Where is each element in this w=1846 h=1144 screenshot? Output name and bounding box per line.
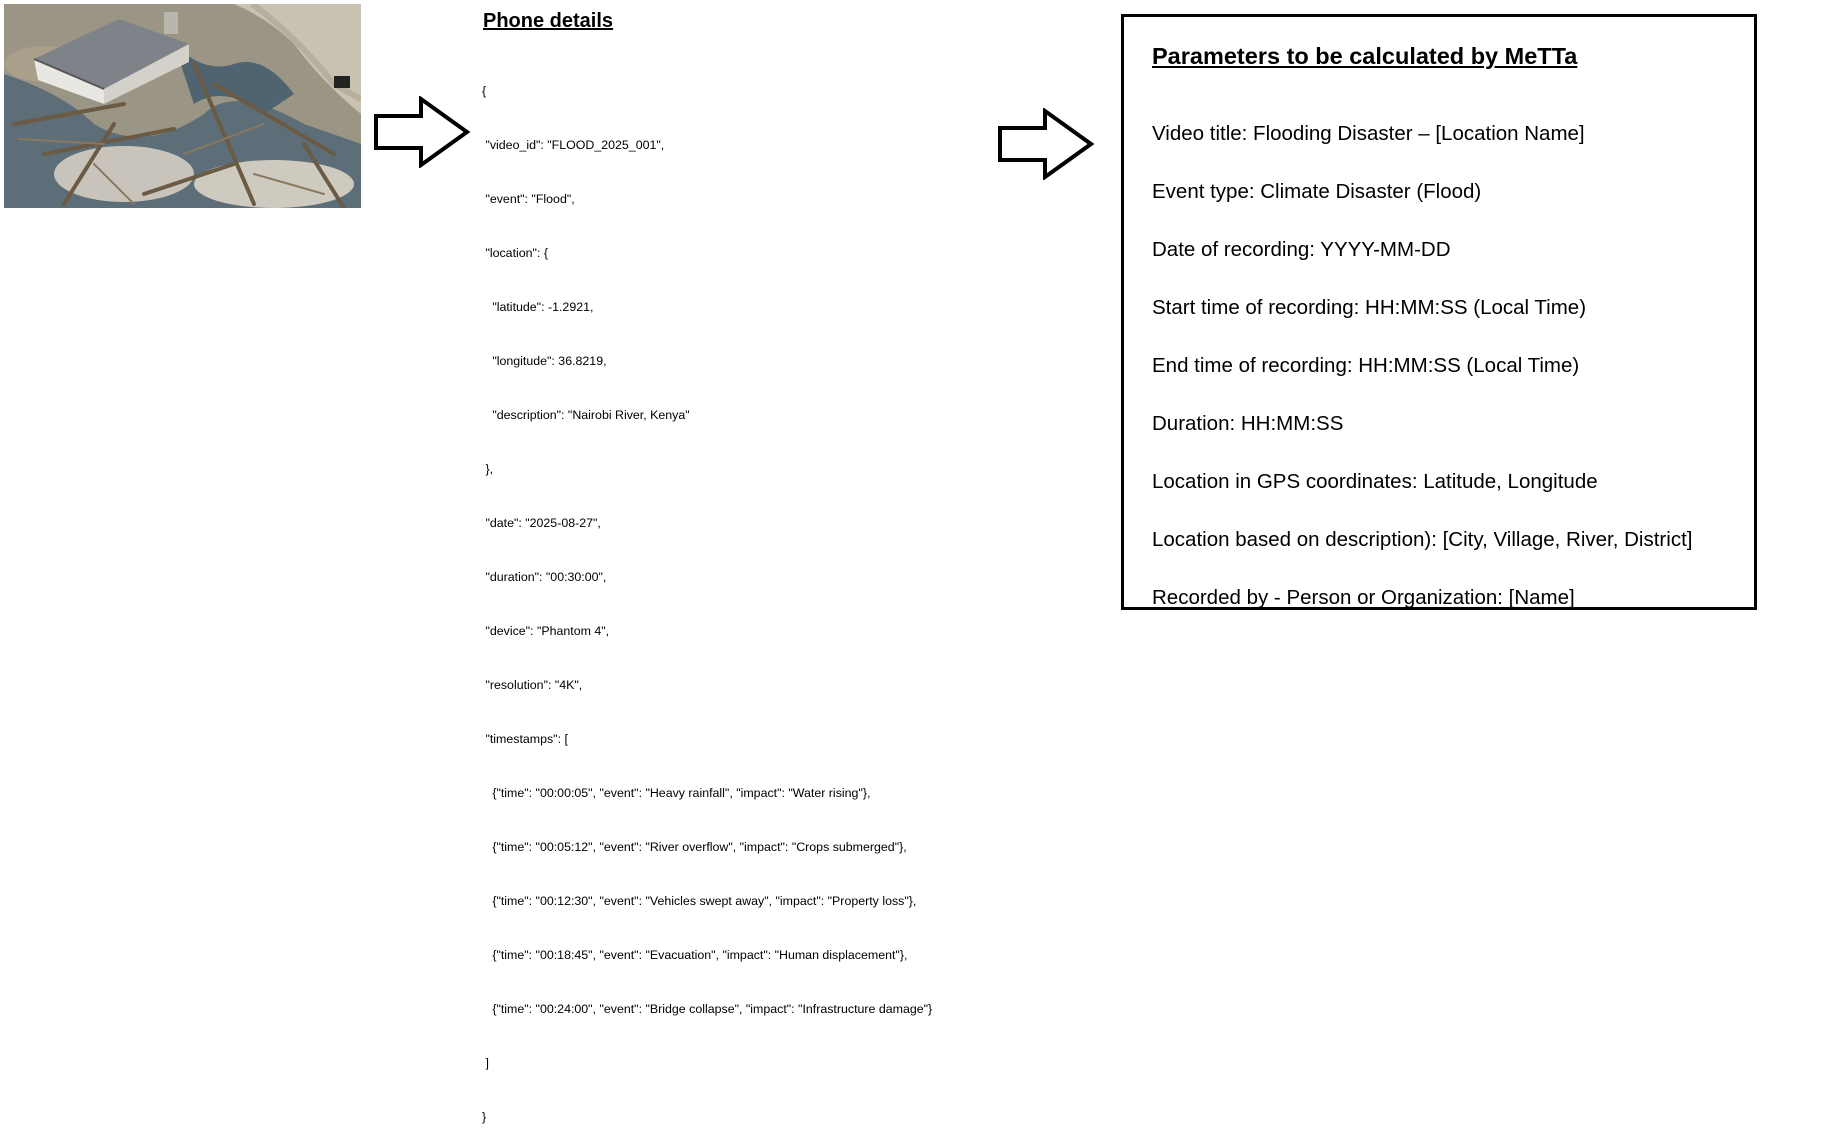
parameters-panel-title: Parameters to be calculated by MeTTa [1152, 43, 1578, 69]
json-line: "duration": "00:30:00", [482, 570, 607, 584]
phone-details-json: { "video_id": "FLOOD_2025_001", "event":… [482, 46, 932, 1144]
right-arrow-icon [373, 95, 473, 169]
json-line: "event": "Flood", [482, 192, 575, 206]
parameter-item: Event type: Climate Disaster (Flood) [1152, 180, 1482, 203]
json-line: "device": "Phantom 4", [482, 624, 610, 638]
json-line: "longitude": 36.8219, [482, 354, 607, 368]
right-arrow-icon [997, 107, 1097, 181]
parameter-item: Duration: HH:MM:SS [1152, 412, 1344, 435]
json-line: "location": { [482, 246, 548, 260]
json-line: "timestamps": [ [482, 732, 568, 746]
json-line: ] [482, 1056, 489, 1070]
parameters-list: Video title: Flooding Disaster – [Locati… [1152, 105, 1692, 627]
json-line: "description": "Nairobi River, Kenya" [482, 408, 690, 422]
json-line: {"time": "00:18:45", "event": "Evacuatio… [482, 948, 908, 962]
json-line: "resolution": "4K", [482, 678, 583, 692]
parameter-item: Recorded by - Person or Organization: [N… [1152, 586, 1575, 609]
json-line: {"time": "00:24:00", "event": "Bridge co… [482, 1002, 933, 1016]
json-line: { [482, 84, 487, 98]
json-line: } [482, 1110, 487, 1124]
json-line: {"time": "00:12:30", "event": "Vehicles … [482, 894, 917, 908]
parameter-item: Location based on description): [City, V… [1152, 528, 1693, 551]
parameter-item: Start time of recording: HH:MM:SS (Local… [1152, 296, 1587, 319]
json-line: }, [482, 462, 494, 476]
parameter-item: Date of recording: YYYY-MM-DD [1152, 238, 1451, 261]
parameter-item: End time of recording: HH:MM:SS (Local T… [1152, 354, 1580, 377]
json-line: {"time": "00:05:12", "event": "River ove… [482, 840, 907, 854]
json-line: "latitude": -1.2921, [482, 300, 594, 314]
json-line: "date": "2025-08-27", [482, 516, 601, 530]
json-line: "video_id": "FLOOD_2025_001", [482, 138, 665, 152]
parameter-item: Video title: Flooding Disaster – [Locati… [1152, 122, 1585, 145]
parameters-panel: Parameters to be calculated by MeTTa Vid… [1121, 14, 1757, 610]
phone-details-title: Phone details [483, 10, 614, 32]
parameter-item: Location in GPS coordinates: Latitude, L… [1152, 470, 1598, 493]
flood-photo [4, 4, 361, 208]
json-line: {"time": "00:00:05", "event": "Heavy rai… [482, 786, 871, 800]
